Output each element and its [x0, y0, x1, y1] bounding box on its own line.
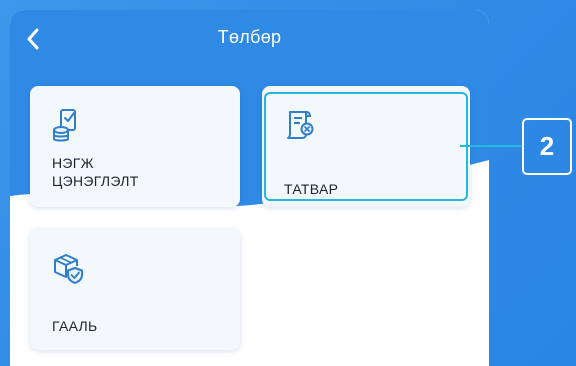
customs-box-shield-icon: [54, 254, 83, 284]
card-label: ГААЛЬ: [52, 318, 98, 334]
page-title: Төлбөр: [217, 27, 282, 47]
card-label: ТАТВАР: [284, 181, 339, 197]
callout-connector-line: [460, 145, 523, 147]
tax-card[interactable]: ТАТВАР: [262, 86, 470, 207]
coins-check-icon: [53, 109, 76, 142]
app-screen: Төлбөр НЭГЖ ЦЭНЭГЛЭЛТ ТАТВАР ГААЛЬ: [10, 10, 489, 366]
customs-card[interactable]: ГААЛЬ: [30, 229, 240, 350]
step-number-badge: 2: [522, 118, 572, 175]
card-label: НЭГЖ ЦЭНЭГЛЭЛТ: [52, 155, 139, 189]
tax-document-icon: [287, 111, 314, 139]
mobile-topup-card[interactable]: НЭГЖ ЦЭНЭГЛЭЛТ: [30, 86, 240, 207]
